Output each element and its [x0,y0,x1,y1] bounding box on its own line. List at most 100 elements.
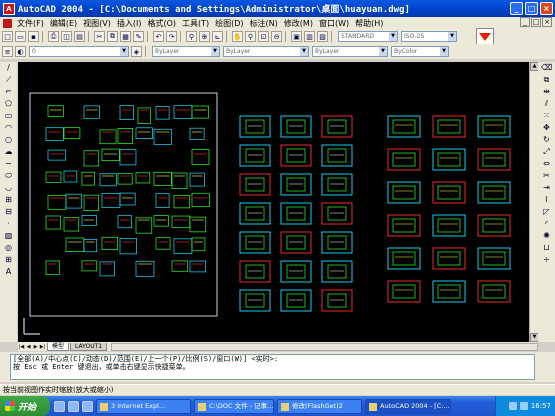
explode-icon[interactable]: ✺ [541,231,552,242]
redo-icon[interactable]: ↷ [166,31,177,42]
maximize-button[interactable]: □ [525,2,538,15]
rotate-icon[interactable]: ↻ [541,135,552,146]
preview-icon[interactable]: ◫ [61,31,72,42]
menu-edit[interactable]: 编辑(E) [47,18,80,29]
tab-layout1[interactable]: LAYOUT1 [70,342,108,351]
paste-icon[interactable]: ▦ [120,31,131,42]
ellipse-icon[interactable]: ⬭ [3,171,14,182]
pan-icon[interactable]: ✋ [232,31,243,42]
text-style-combo[interactable]: STANDARD ▼ [338,31,398,42]
desktop-icon[interactable] [68,400,79,412]
circle-icon[interactable]: ○ [3,135,14,146]
offset-icon[interactable]: ⫽ [541,99,552,110]
command-line[interactable]: [全部(A)/中心点(C)/动态(D)/范围(E)/上一个(P)/比例(S)/窗… [10,354,535,380]
menu-tools[interactable]: 工具(T) [179,18,212,29]
extend-icon[interactable]: ⇥ [541,183,552,194]
make-current-layer-icon[interactable]: ◈ [131,46,142,57]
point-icon[interactable]: · [3,219,14,230]
properties-icon[interactable]: ▣ [291,31,302,42]
layer-combo[interactable]: 0 ▼ [29,46,129,57]
array-icon[interactable]: ⁙ [541,111,552,122]
polygon-icon[interactable]: ⬠ [3,99,14,110]
construction-line-icon[interactable]: ⟋ [3,75,14,86]
plot-style-combo[interactable]: ByColor ▼ [391,46,449,57]
first-tab-icon[interactable]: |◀ [18,343,25,351]
chamfer-icon[interactable]: ◸ [541,207,552,218]
layer-state-icon[interactable]: ◐ [15,46,26,57]
cut-icon[interactable]: ✂ [94,31,105,42]
match-properties-icon[interactable]: ✎ [133,31,144,42]
move-icon[interactable]: ✥ [541,123,552,134]
next-tab-icon[interactable]: ▶ [32,343,39,351]
autocad-app-icon[interactable]: A [3,2,15,15]
menu-draw[interactable]: 绘图(D) [212,18,246,29]
trim-icon[interactable]: ✂ [541,171,552,182]
table-icon[interactable]: ⊞ [3,255,14,266]
menu-modify[interactable]: 修改(M) [281,18,316,29]
menu-insert[interactable]: 插入(I) [114,18,145,29]
divide-icon[interactable]: ÷ [541,255,552,266]
zoom-realtime-icon[interactable]: ⚲ [245,31,256,42]
minimize-button[interactable]: _ [510,2,523,15]
save-icon[interactable]: ▪ [28,31,39,42]
open-icon[interactable]: ▭ [15,31,26,42]
tab-model[interactable]: 模型 [47,342,70,351]
layer-manager-icon[interactable]: ≡ [2,46,13,57]
mirror-icon[interactable]: ⇹ [541,87,552,98]
copy-object-icon[interactable]: ⧉ [541,75,552,86]
new-icon[interactable]: □ [2,31,13,42]
network-icon[interactable] [508,402,517,410]
close-button[interactable]: × [540,2,553,15]
undo-icon[interactable]: ↶ [153,31,164,42]
hatch-icon[interactable]: ▨ [3,231,14,242]
break-icon[interactable]: ⌇ [541,195,552,206]
task-flashget[interactable]: 修改(FlashGet)2 [277,398,362,414]
color-combo[interactable]: ByLayer ▼ [152,46,220,57]
lineweight-combo[interactable]: ByLayer ▼ [312,46,388,57]
design-center-icon[interactable]: ▥ [304,31,315,42]
ie-icon[interactable] [54,400,65,412]
doc-minimize-button[interactable]: _ [520,17,530,27]
media-icon[interactable] [82,400,93,412]
doc-restore-button[interactable]: □ [531,17,541,27]
zoom-window-icon[interactable]: ⊡ [258,31,269,42]
line-icon[interactable]: / [3,63,14,74]
start-button[interactable]: 开始 [0,396,50,416]
menu-format[interactable]: 格式(O) [144,18,179,29]
task-internet-explorer[interactable]: 3 Internet Expl... [96,398,191,414]
join-icon[interactable]: ⊔ [541,243,552,254]
tracking-icon[interactable]: ⊕ [199,31,210,42]
ucs-icon[interactable]: ⊾ [212,31,223,42]
linetype-combo[interactable]: ByLayer ▼ [223,46,309,57]
last-tab-icon[interactable]: ▶| [39,343,46,351]
doc-close-button[interactable]: × [542,17,552,27]
clock[interactable]: 16:57 [531,402,551,410]
publish-icon[interactable]: ▤ [74,31,85,42]
multiline-text-icon[interactable]: A [3,267,14,278]
revision-cloud-icon[interactable]: ☁ [3,147,14,158]
fillet-icon[interactable]: ◜ [541,219,552,230]
make-block-icon[interactable]: ⊟ [3,207,14,218]
vertical-scrollbar[interactable]: ▲ ▼ [529,62,539,342]
hyperlink-icon[interactable]: ⚲ [186,31,197,42]
volume-icon[interactable] [519,402,528,410]
tool-palettes-icon[interactable]: ▧ [317,31,328,42]
menu-help[interactable]: 帮助(H) [352,18,386,29]
spline-icon[interactable]: ∼ [3,159,14,170]
scale-icon[interactable]: ⤢ [541,147,552,158]
insert-block-icon[interactable]: ⊞ [3,195,14,206]
dim-style-combo[interactable]: ISO-25 ▼ [401,31,457,42]
task-notepad[interactable]: C:\DOC 文件 - 记事... [194,398,274,414]
copy-icon[interactable]: ⧉ [107,31,118,42]
ellipse-arc-icon[interactable]: ◡ [3,183,14,194]
rectangle-icon[interactable]: ▭ [3,111,14,122]
menu-window[interactable]: 窗口(W) [316,18,352,29]
polyline-icon[interactable]: ⌐ [3,87,14,98]
document-icon[interactable] [3,18,12,28]
prev-tab-icon[interactable]: ◀ [25,343,32,351]
zoom-previous-icon[interactable]: ⊖ [271,31,282,42]
model-space-canvas[interactable] [18,62,531,342]
task-autocad[interactable]: AutoCAD 2004 - [C:... [365,398,451,414]
arc-icon[interactable]: ◠ [3,123,14,134]
horizontal-scrollbar[interactable] [111,342,538,351]
